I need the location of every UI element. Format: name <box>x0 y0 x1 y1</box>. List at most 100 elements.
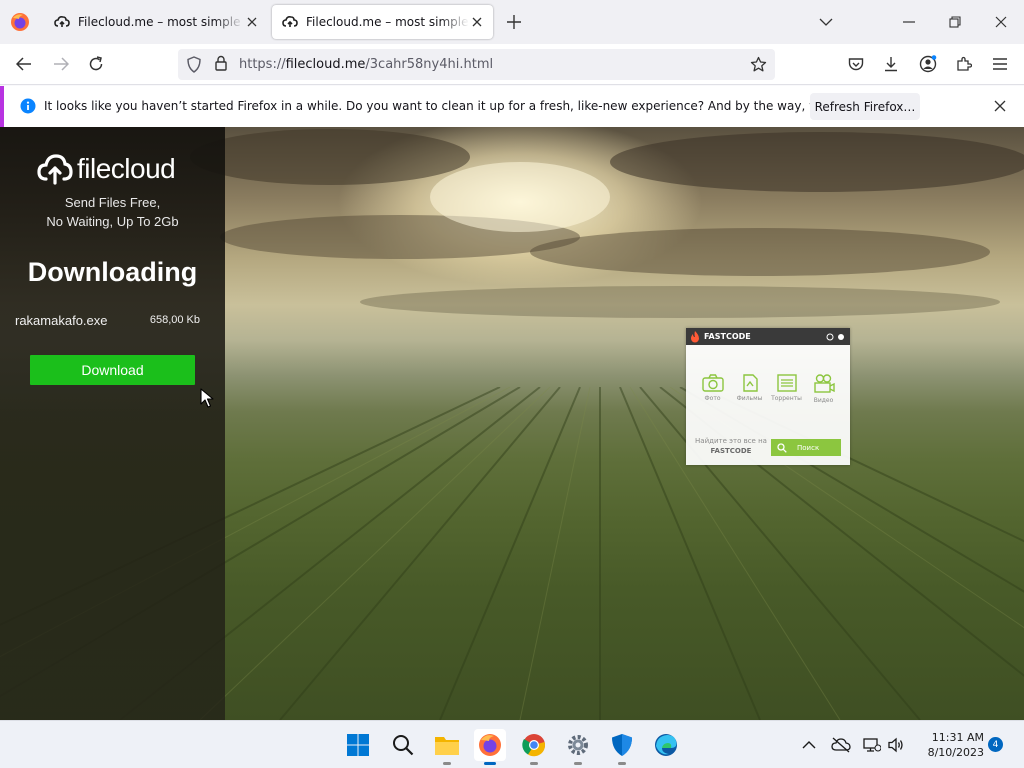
tab-strip: Filecloud.me – most simple file sharing … <box>0 0 1024 44</box>
fastcode-search-button[interactable]: Поиск <box>771 439 841 456</box>
fastcode-item-label: Торренты <box>771 395 802 402</box>
running-indicator <box>484 762 496 765</box>
widget-controls-icon[interactable] <box>826 333 846 341</box>
windows-taskbar: 11:31 AM 8/10/2023 4 <box>0 720 1024 768</box>
taskbar-chrome[interactable] <box>518 729 550 765</box>
search-icon <box>393 735 414 756</box>
address-bar[interactable]: https://filecloud.me/3cahr58ny4hi.html <box>178 49 775 80</box>
minimize-icon[interactable] <box>899 12 919 32</box>
bookmark-star-icon[interactable] <box>750 56 767 73</box>
running-indicator <box>530 762 538 765</box>
filecloud-logo[interactable]: filecloud <box>37 151 197 187</box>
taskbar-search[interactable] <box>387 729 419 761</box>
flame-icon <box>691 330 699 342</box>
fastcode-item-label: Видео <box>813 397 834 404</box>
taskbar-windows-security[interactable] <box>606 729 638 765</box>
file-name: rakamakafo.exe <box>15 313 108 328</box>
download-button[interactable]: Download <box>30 355 195 385</box>
fastcode-item-video[interactable]: Видео <box>808 374 840 404</box>
fastcode-item-photo[interactable]: Фото <box>697 374 729 404</box>
page-title: Downloading <box>27 257 198 287</box>
downloads-icon[interactable] <box>882 55 900 73</box>
logo-text: filecloud <box>77 153 176 184</box>
edge-icon <box>655 734 677 756</box>
clock-time: 11:31 AM <box>931 731 984 744</box>
url-scheme: https:// <box>239 57 286 72</box>
folder-icon <box>435 737 459 755</box>
close-window-icon[interactable] <box>991 12 1011 32</box>
fastcode-item-label: Фото <box>704 395 721 402</box>
volume-icon[interactable] <box>886 735 906 755</box>
reload-icon[interactable] <box>87 55 105 73</box>
taskbar-settings[interactable] <box>562 729 594 765</box>
new-tab-icon[interactable] <box>505 13 523 31</box>
taskbar-file-explorer[interactable] <box>431 729 463 765</box>
refresh-firefox-notification: It looks like you haven’t started Firefo… <box>0 86 1024 127</box>
forward-icon[interactable] <box>52 55 70 73</box>
info-icon <box>20 98 36 114</box>
tagline: Send Files Free, No Waiting, Up To 2Gb <box>0 193 225 231</box>
fastcode-prompt-line-1: Найдите это все на <box>695 437 767 445</box>
taskbar-firefox[interactable] <box>474 729 506 765</box>
onedrive-offline-icon[interactable] <box>831 735 851 755</box>
tab-close-icon[interactable] <box>469 14 485 30</box>
url-path: /3cahr58ny4hi.html <box>365 57 494 72</box>
fastcode-item-label: Фильмы <box>736 395 763 402</box>
taskbar-edge[interactable] <box>650 729 682 761</box>
fastcode-brand: FASTCODE <box>704 332 751 341</box>
firefox-view-icon[interactable] <box>10 12 30 32</box>
fastcode-categories: Фото Фильмы Торренты Видео <box>686 374 850 404</box>
tracking-protection-shield-icon[interactable] <box>186 56 202 73</box>
menu-hamburger-icon[interactable] <box>991 55 1009 73</box>
windows-logo-icon <box>347 734 369 756</box>
file-size: 658,00 Kb <box>149 314 200 326</box>
fastcode-header: FASTCODE <box>686 328 850 345</box>
running-indicator <box>618 762 626 765</box>
running-indicator <box>443 762 451 765</box>
system-clock[interactable]: 11:31 AM 8/10/2023 <box>914 730 984 760</box>
running-indicator <box>574 762 582 765</box>
back-icon[interactable] <box>15 55 33 73</box>
url-text[interactable]: https://filecloud.me/3cahr58ny4hi.html <box>239 57 493 72</box>
filecloud-favicon-icon <box>282 16 298 27</box>
gear-icon <box>568 735 588 755</box>
tab-filecloud-1[interactable]: Filecloud.me – most simple file sharing <box>44 5 268 39</box>
mouse-cursor-icon <box>200 388 214 408</box>
url-host: filecloud.me <box>285 57 366 72</box>
video-camera-icon <box>813 374 835 393</box>
fastcode-item-films[interactable]: Фильмы <box>734 374 766 404</box>
notification-message: It looks like you haven’t started Firefo… <box>44 99 900 113</box>
start-button[interactable] <box>342 729 374 761</box>
fastcode-ad-widget[interactable]: FASTCODE Фото Фильмы Торренты Видео Найд… <box>686 328 850 465</box>
chrome-icon <box>522 734 546 757</box>
fastcode-prompt-line-2: FASTCODE <box>710 447 752 455</box>
tagline-line-2: No Waiting, Up To 2Gb <box>46 214 179 229</box>
download-sidebar: filecloud Send Files Free, No Waiting, U… <box>0 127 225 720</box>
list-icon <box>776 374 797 392</box>
refresh-firefox-button[interactable]: Refresh Firefox… <box>810 93 920 120</box>
extensions-icon[interactable] <box>955 55 973 73</box>
account-icon[interactable] <box>919 55 937 73</box>
tab-filecloud-2[interactable]: Filecloud.me – most simple file sharing <box>272 5 493 39</box>
restore-icon[interactable] <box>945 12 965 32</box>
cloud-upload-icon <box>37 154 73 185</box>
pocket-icon[interactable] <box>847 55 865 73</box>
clock-date: 8/10/2023 <box>927 746 984 759</box>
tab-close-icon[interactable] <box>244 14 260 30</box>
network-icon[interactable] <box>862 735 882 755</box>
fastcode-search-label: Поиск <box>797 443 820 452</box>
search-icon <box>777 442 787 453</box>
fastcode-prompt: Найдите это все на FASTCODE <box>690 436 772 456</box>
notification-close-icon[interactable] <box>994 100 1006 112</box>
page-content: filecloud Send Files Free, No Waiting, U… <box>0 127 1024 720</box>
document-icon <box>742 374 758 392</box>
tab-title: Filecloud.me – most simple file sharing <box>306 15 469 29</box>
show-hidden-icons-chevron[interactable] <box>799 735 819 755</box>
lock-icon[interactable] <box>214 55 228 72</box>
fastcode-item-torrents[interactable]: Торренты <box>771 374 803 404</box>
navigation-toolbar: https://filecloud.me/3cahr58ny4hi.html <box>0 44 1024 85</box>
camera-icon <box>701 374 724 392</box>
notification-count-badge[interactable]: 4 <box>988 737 1003 752</box>
tab-title: Filecloud.me – most simple file sharing <box>78 15 244 29</box>
list-all-tabs-icon[interactable] <box>816 12 836 32</box>
